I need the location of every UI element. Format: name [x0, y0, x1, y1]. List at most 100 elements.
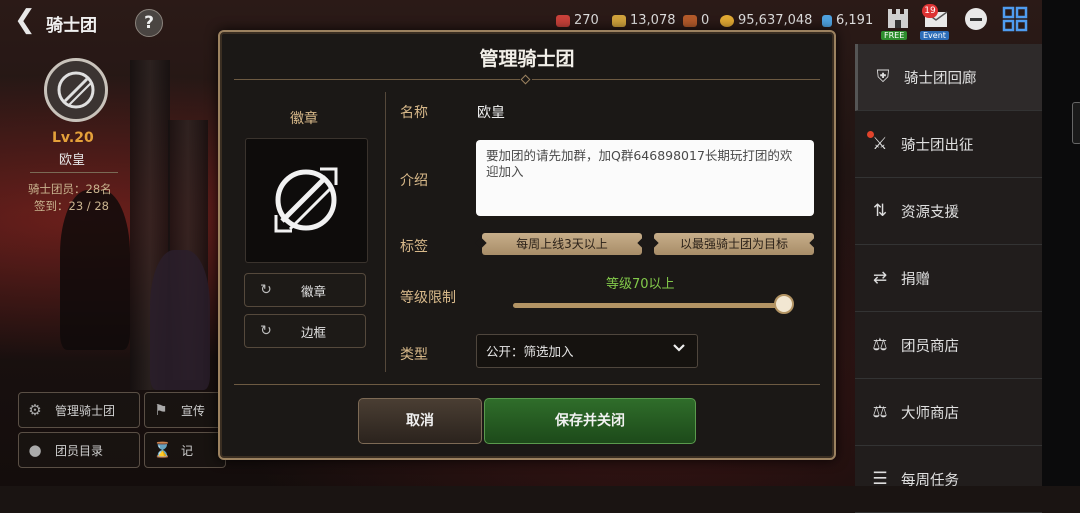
manage-guild-dialog: 管理骑士团 徽章 ↻ 徽章 ↻ 边框 名称 欧皇 介绍 要加团的请先加群，加Q群… — [218, 30, 836, 460]
resource-value: 13,078 — [630, 13, 676, 28]
megaphone-icon: ⚑ — [154, 401, 168, 419]
intro-textarea[interactable]: 要加团的请先加群，加Q群646898017长期玩打团的欢迎加入 — [476, 140, 814, 216]
checkin-count: 签到：23 / 28 — [34, 199, 109, 213]
event-badge: Event — [920, 31, 949, 40]
sidebar-item-resource-support[interactable]: ⇅ 资源支援 — [855, 178, 1042, 245]
dialog-title: 管理骑士团 — [479, 48, 575, 70]
gold-bar-icon — [612, 14, 626, 27]
sidebar-item-label: 骑士团回廊 — [904, 70, 977, 87]
divider — [234, 384, 820, 385]
emblem-section-title: 徽章 — [290, 111, 318, 127]
sidebar-item-label: 捐赠 — [901, 271, 930, 288]
join-type-select[interactable]: 公开：筛选加入 — [476, 334, 698, 368]
guild-emblem-icon[interactable] — [44, 58, 108, 122]
manage-guild-label: 管理骑士团 — [55, 403, 116, 418]
resource-ore[interactable]: 0 — [683, 13, 709, 28]
divider — [234, 79, 520, 80]
crystal-icon — [822, 14, 832, 27]
name-value: 欧皇 — [477, 105, 505, 121]
level-limit-label: 等级限制 — [400, 290, 456, 306]
page-title: 骑士团 — [46, 16, 97, 36]
intro-label: 介绍 — [400, 173, 428, 189]
change-frame-button[interactable]: ↻ 边框 — [244, 314, 366, 348]
divider — [30, 172, 118, 173]
divider-ornament — [520, 74, 531, 85]
tag-strongest-guild[interactable]: 以最强骑士团为目标 — [654, 233, 814, 255]
alert-dot — [867, 131, 874, 138]
statue-figure — [60, 190, 130, 350]
gear-icon: ⚙ — [28, 401, 42, 419]
screen-edge — [1042, 0, 1080, 486]
support-icon: ⇅ — [872, 201, 888, 221]
free-badge: FREE — [881, 31, 908, 40]
resource-red-gem[interactable]: 270 — [556, 13, 599, 28]
weekly-task-icon: ☰ — [872, 469, 888, 489]
crossed-swords-icon: ⚔ — [867, 131, 891, 155]
sidebar-item-guild-hall[interactable]: ⛨ 骑士团回廊 — [855, 44, 1045, 111]
level-slider-knob[interactable] — [774, 294, 794, 314]
ore-icon — [683, 14, 697, 27]
sidebar-item-label: 团员商店 — [901, 338, 959, 355]
menu-grid-icon[interactable] — [1000, 6, 1030, 36]
hourglass-icon: ⌛ — [153, 441, 172, 459]
resource-value: 6,191 — [836, 13, 874, 28]
sidebar-item-label: 大师商店 — [901, 405, 959, 422]
level-limit-value: 等级70以上 — [606, 277, 675, 292]
master-scale-icon: ⚖ — [872, 402, 888, 422]
type-label: 类型 — [400, 347, 428, 363]
shuffle-icon: ⇄ — [872, 268, 888, 288]
guild-name: 欧皇 — [59, 153, 86, 168]
promote-button[interactable]: ⚑ 宣传 — [144, 392, 226, 428]
vertical-divider — [385, 92, 386, 372]
chat-icon[interactable] — [961, 6, 991, 36]
help-icon[interactable]: ? — [135, 9, 163, 37]
refresh-icon: ↻ — [260, 323, 272, 339]
gold-coin-icon — [720, 14, 734, 27]
sidebar: ⛨ 骑士团回廊 ⚔ 骑士团出征 ⇅ 资源支援 ⇄ 捐赠 ⚖ 团员商店 ⚖ 大师商… — [855, 44, 1045, 513]
resource-value: 95,637,048 — [738, 13, 813, 28]
chevron-down-icon[interactable] — [672, 341, 686, 355]
sidebar-item-expedition[interactable]: ⚔ 骑士团出征 — [855, 111, 1042, 178]
shield-icon: ⛨ — [876, 67, 890, 87]
manage-guild-button[interactable]: ⚙ 管理骑士团 — [18, 392, 140, 428]
save-and-close-button[interactable]: 保存并关闭 — [484, 398, 696, 444]
sidebar-item-member-shop[interactable]: ⚖ 团员商店 — [855, 312, 1042, 379]
back-arrow-icon[interactable]: ❮ — [14, 7, 38, 33]
sidebar-item-label: 每周任务 — [901, 472, 959, 489]
emblem-preview — [245, 138, 368, 263]
change-emblem-label: 徽章 — [301, 283, 327, 299]
resource-value: 270 — [574, 13, 599, 28]
change-emblem-button[interactable]: ↻ 徽章 — [244, 273, 366, 307]
member-roster-button[interactable]: ● 团员目录 — [18, 432, 140, 468]
guild-level: Lv.20 — [52, 130, 94, 146]
resource-gold-coin[interactable]: 95,637,048 — [720, 13, 812, 28]
sidebar-item-label: 骑士团出征 — [901, 137, 974, 154]
record-button[interactable]: ⌛ 记 — [144, 432, 226, 468]
sidebar-item-label: 资源支援 — [901, 204, 959, 221]
red-gem-icon — [556, 14, 570, 27]
record-label: 记 — [181, 443, 194, 458]
promote-label: 宣传 — [181, 403, 206, 418]
sidebar-item-master-shop[interactable]: ⚖ 大师商店 — [855, 379, 1042, 446]
tag-weekly-online[interactable]: 每周上线3天以上 — [482, 233, 642, 255]
person-icon: ● — [28, 441, 42, 459]
resource-value: 0 — [701, 13, 710, 28]
guild-emblem-large-icon — [274, 167, 338, 233]
name-label: 名称 — [400, 105, 428, 121]
sidebar-item-weekly-tasks[interactable]: ☰ 每周任务 — [855, 446, 1042, 513]
change-frame-label: 边框 — [301, 324, 327, 340]
scale-icon: ⚖ — [872, 335, 888, 355]
member-roster-label: 团员目录 — [55, 443, 104, 458]
level-slider-track[interactable] — [513, 303, 789, 308]
member-count: 骑士团员：28名 — [28, 182, 112, 196]
tags-label: 标签 — [400, 239, 428, 255]
resource-crystal[interactable]: 6,191 — [822, 13, 873, 28]
divider — [532, 79, 820, 80]
edge-handle[interactable] — [1072, 102, 1080, 144]
notification-badge: 19 — [922, 4, 938, 18]
resource-gold-bar[interactable]: 13,078 — [612, 13, 676, 28]
sidebar-item-donate[interactable]: ⇄ 捐赠 — [855, 245, 1042, 312]
cancel-button[interactable]: 取消 — [358, 398, 482, 444]
character-figure — [150, 250, 210, 390]
refresh-icon: ↻ — [260, 282, 272, 298]
